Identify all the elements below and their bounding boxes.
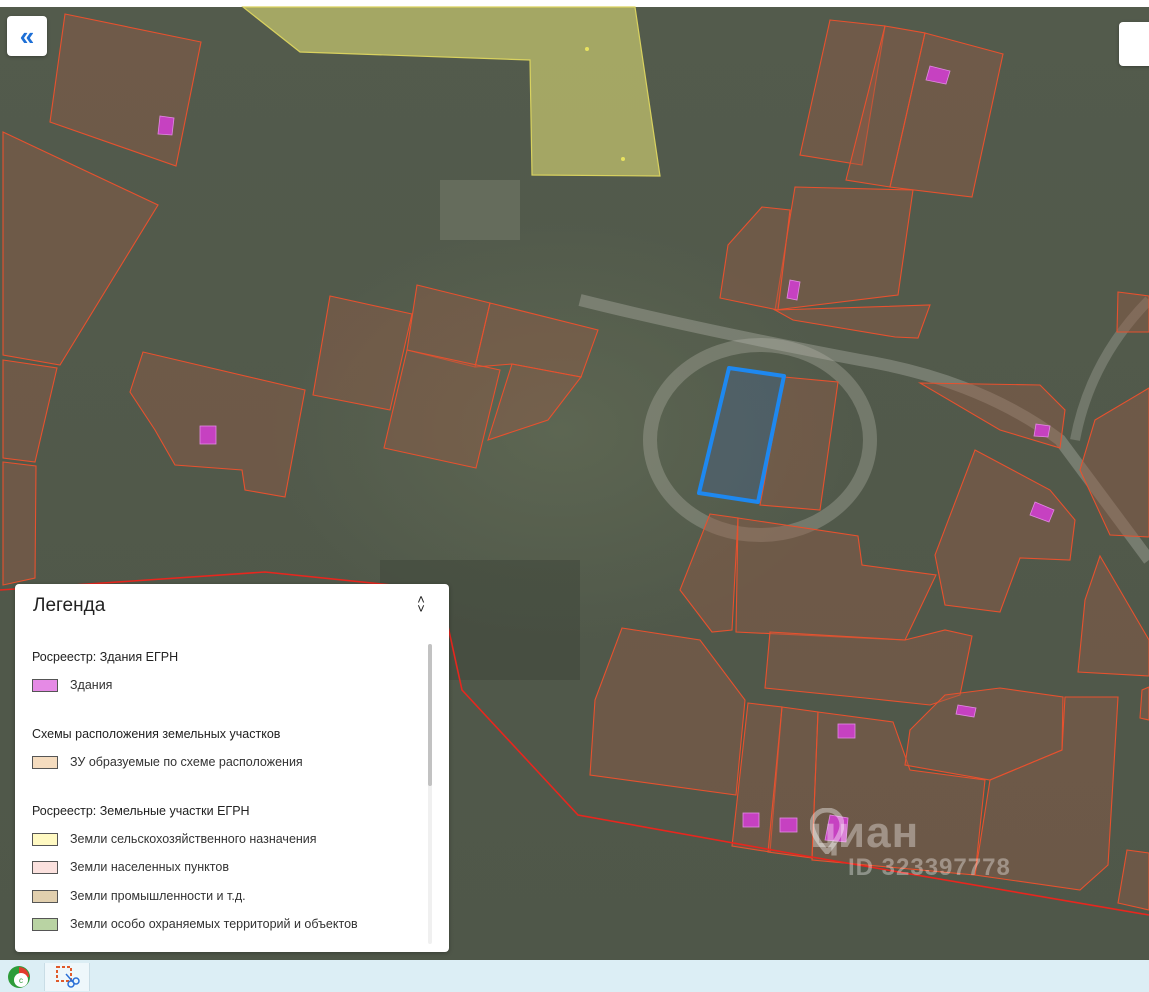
parcel[interactable]: [383, 349, 501, 469]
legend-item: Земли сельскохозяйственного назначения: [32, 832, 317, 846]
scrollbar-thumb[interactable]: [428, 644, 432, 786]
building[interactable]: [199, 425, 217, 445]
parcel[interactable]: [2, 461, 37, 586]
legend-panel: Легенда ˄ ˅ Росреестр: Здания ЕГРН Здания…: [15, 584, 449, 952]
legend-swatch: [32, 678, 58, 692]
map-view[interactable]: « циан ID 323397778 Легенда ˄ ˅ Росреестр…: [0, 0, 1149, 960]
building[interactable]: [742, 812, 760, 828]
legend-swatch: [32, 832, 58, 846]
taskbar: c: [0, 960, 1149, 992]
collapse-panel-button[interactable]: «: [7, 16, 47, 56]
legend-body: Росреестр: Здания ЕГРН Здания Схемы расп…: [15, 640, 427, 940]
snipping-tool-icon: [56, 966, 80, 988]
legend-swatch: [32, 917, 58, 931]
building[interactable]: [1033, 423, 1051, 438]
parcel[interactable]: [1116, 291, 1149, 333]
parcel[interactable]: [719, 206, 791, 311]
taskbar-app-ccleaner[interactable]: c: [4, 963, 34, 991]
legend-section-title: Схемы расположения земельных участков: [32, 727, 281, 741]
parcel[interactable]: [474, 302, 599, 378]
legend-item: Земли особо охраняемых территорий и объе…: [32, 917, 358, 931]
legend-item: Земли населенных пунктов: [32, 860, 229, 874]
parcel[interactable]: [589, 627, 746, 796]
legend-item: Земли промышленности и т.д.: [32, 889, 246, 903]
parcel[interactable]: [679, 513, 739, 633]
parcel[interactable]: [1117, 849, 1149, 911]
map-control-button[interactable]: [1119, 22, 1149, 66]
watermark-id: ID 323397778: [848, 854, 1011, 881]
legend-swatch: [32, 889, 58, 903]
building[interactable]: [157, 115, 175, 136]
parcel[interactable]: [1139, 686, 1149, 721]
parcel[interactable]: [764, 629, 973, 706]
watermark: циан ID 323397778: [810, 808, 1011, 882]
svg-text:c: c: [19, 976, 23, 985]
legend-section-title: Росреестр: Земельные участки ЕГРН: [32, 804, 250, 818]
legend-title: Легенда: [33, 595, 106, 616]
parcel[interactable]: [1077, 554, 1149, 677]
legend-swatch: [32, 755, 58, 769]
parcel[interactable]: [934, 449, 1076, 613]
taskbar-app-snipping-tool[interactable]: [44, 963, 90, 991]
parcel[interactable]: [917, 382, 1066, 449]
parcel[interactable]: [129, 351, 306, 498]
location-pin-icon: [810, 808, 844, 854]
ccleaner-icon: c: [8, 966, 30, 988]
agri-land-parcel[interactable]: [241, 6, 661, 177]
legend-section-title: Росреестр: Здания ЕГРН: [32, 650, 179, 664]
building[interactable]: [837, 723, 856, 739]
collapse-chevrons-icon[interactable]: ˄ ˅: [411, 593, 431, 617]
double-chevron-left-icon: «: [19, 20, 35, 51]
legend-item: ЗУ образуемые по схеме расположения: [32, 755, 303, 769]
legend-swatch: [32, 860, 58, 874]
legend-item: Здания: [32, 678, 112, 692]
building[interactable]: [779, 817, 798, 833]
parcel[interactable]: [2, 131, 159, 366]
parcel[interactable]: [772, 304, 931, 339]
parcel[interactable]: [2, 359, 58, 463]
parcel[interactable]: [735, 517, 937, 641]
parcel[interactable]: [487, 363, 582, 441]
legend-scrollbar[interactable]: [428, 644, 432, 944]
parcel[interactable]: [49, 13, 202, 167]
parcel[interactable]: [1079, 387, 1149, 538]
